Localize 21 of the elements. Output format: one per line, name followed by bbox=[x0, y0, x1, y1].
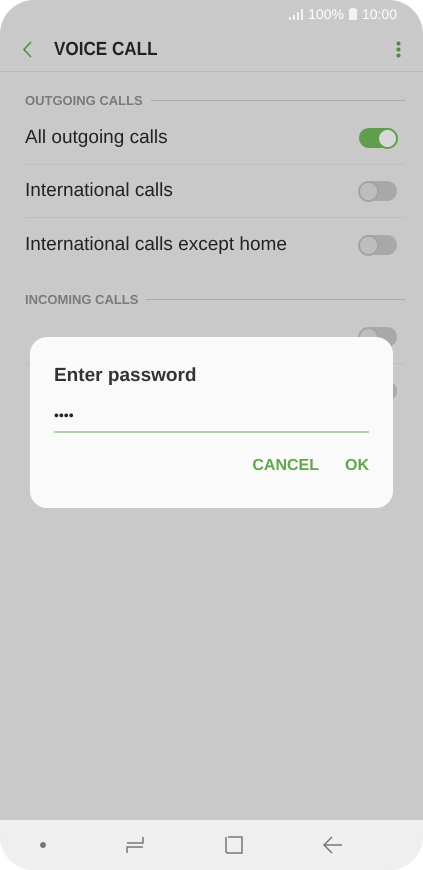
section-header: INCOMING CALLS bbox=[25, 292, 138, 306]
back-icon[interactable] bbox=[22, 41, 32, 58]
back-icon[interactable] bbox=[322, 836, 343, 854]
signal-icon bbox=[289, 8, 304, 20]
setting-label: All outgoing calls bbox=[25, 127, 168, 149]
recent-apps-icon[interactable] bbox=[126, 836, 144, 854]
more-options-icon[interactable] bbox=[396, 41, 401, 58]
toggle-switch[interactable] bbox=[359, 128, 397, 148]
dialog-button[interactable]: OK bbox=[345, 457, 369, 475]
dialog-title: Enter password bbox=[54, 365, 198, 387]
setting-label: International calls except home bbox=[25, 234, 287, 256]
toggle-switch[interactable] bbox=[359, 181, 397, 201]
home-icon[interactable] bbox=[224, 836, 243, 854]
password-field[interactable]: •••• bbox=[54, 403, 369, 433]
setting-label: International calls bbox=[25, 180, 173, 202]
screen-title: VOICE CALL bbox=[54, 38, 159, 60]
toggle-switch[interactable] bbox=[359, 234, 397, 254]
dialog-button[interactable]: CANCEL bbox=[252, 457, 319, 475]
section-header: OUTGOING CALLS bbox=[25, 92, 143, 108]
battery-icon bbox=[348, 8, 357, 20]
dot-icon[interactable] bbox=[40, 842, 46, 848]
